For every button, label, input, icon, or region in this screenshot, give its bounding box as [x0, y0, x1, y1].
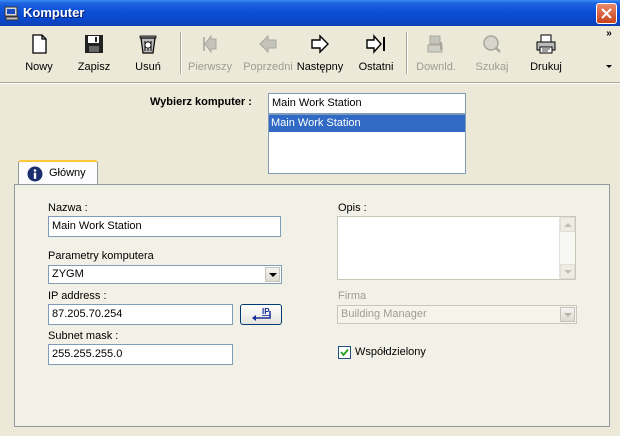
previous-arrow-icon — [259, 34, 277, 54]
close-icon — [601, 8, 612, 19]
select-computer-label: Wybierz komputer : — [150, 96, 252, 108]
checkmark-icon — [340, 348, 349, 357]
chevron-down-icon — [563, 312, 572, 317]
computer-list[interactable]: Main Work Station — [268, 114, 466, 174]
floppy-save-icon — [85, 35, 103, 53]
print-button[interactable]: Drukuj — [518, 30, 574, 76]
new-document-icon — [32, 34, 47, 54]
previous-button[interactable]: Poprzedni — [240, 30, 296, 76]
search-icon — [483, 35, 501, 53]
last-record-icon — [366, 34, 385, 54]
search-button[interactable]: Szukaj — [464, 30, 520, 76]
next-button[interactable]: Następny — [292, 30, 348, 76]
download-icon — [427, 35, 443, 53]
shared-checkbox[interactable] — [338, 346, 351, 359]
description-textarea[interactable] — [337, 216, 576, 280]
toolbar-overflow-button[interactable]: » — [604, 29, 614, 75]
save-button-label: Zapisz — [77, 61, 111, 73]
printer-icon — [536, 34, 556, 54]
first-record-icon — [203, 34, 217, 54]
company-label: Firma — [338, 290, 367, 302]
chevron-down-icon — [268, 272, 277, 277]
subnet-label: Subnet mask : — [48, 330, 119, 342]
next-button-label: Następny — [296, 61, 344, 73]
toolbar-divider — [0, 82, 620, 84]
download-button-label: Downld. — [416, 61, 456, 73]
trash-bin-icon — [139, 35, 157, 54]
arrow-down-icon — [563, 269, 572, 274]
tab-label: Główny — [49, 167, 86, 179]
tab-main[interactable]: Główny — [18, 160, 98, 185]
name-label: Nazwa : — [48, 202, 88, 214]
delete-button[interactable]: Usuń — [120, 30, 176, 76]
params-value: ZYGM — [52, 268, 84, 280]
first-button-label: Pierwszy — [187, 61, 232, 73]
shared-label: Współdzielony — [355, 346, 426, 358]
ip-label: IP address : — [48, 290, 107, 302]
overflow-chevron-icon: » — [606, 28, 612, 39]
scroll-down-button[interactable] — [560, 264, 575, 279]
first-button[interactable]: Pierwszy — [182, 30, 238, 76]
company-value: Building Manager — [341, 308, 427, 320]
company-dropdown-button[interactable] — [560, 307, 575, 322]
next-arrow-icon — [311, 34, 329, 54]
select-computer-input[interactable]: Main Work Station — [268, 93, 466, 114]
name-input[interactable]: Main Work Station — [48, 216, 281, 237]
ip-return-icon: IP — [252, 307, 271, 321]
dropdown-arrow-icon — [606, 65, 612, 68]
title-bar: Komputer — [0, 0, 620, 26]
list-item[interactable]: Main Work Station — [269, 115, 465, 132]
toolbar: Nowy Zapisz Usuń Pierwszy Poprzedni Nast… — [4, 27, 616, 79]
company-select[interactable]: Building Manager — [337, 305, 577, 324]
download-button[interactable]: Downld. — [408, 30, 464, 76]
new-button[interactable]: Nowy — [11, 30, 67, 76]
subnet-input[interactable]: 255.255.255.0 — [48, 344, 233, 365]
description-label: Opis : — [338, 202, 367, 214]
last-button[interactable]: Ostatni — [348, 30, 404, 76]
params-dropdown-button[interactable] — [265, 267, 280, 282]
previous-button-label: Poprzedni — [243, 61, 293, 73]
description-scrollbar[interactable] — [559, 217, 575, 279]
last-button-label: Ostatni — [358, 61, 394, 73]
ip-button-label: IP — [262, 307, 270, 316]
params-label: Parametry komputera — [48, 250, 154, 262]
close-button[interactable] — [596, 3, 617, 24]
search-button-label: Szukaj — [475, 61, 509, 73]
save-button[interactable]: Zapisz — [66, 30, 122, 76]
new-button-label: Nowy — [25, 61, 53, 73]
scroll-up-button[interactable] — [560, 217, 575, 232]
computer-icon — [4, 5, 20, 21]
window-title: Komputer — [23, 5, 85, 20]
delete-button-label: Usuń — [135, 61, 161, 73]
ip-lookup-button[interactable]: IP — [240, 304, 282, 325]
info-icon — [27, 166, 43, 182]
params-select[interactable]: ZYGM — [48, 265, 282, 284]
ip-input[interactable]: 87.205.70.254 — [48, 304, 233, 325]
arrow-up-icon — [563, 222, 572, 227]
print-button-label: Drukuj — [530, 61, 562, 73]
